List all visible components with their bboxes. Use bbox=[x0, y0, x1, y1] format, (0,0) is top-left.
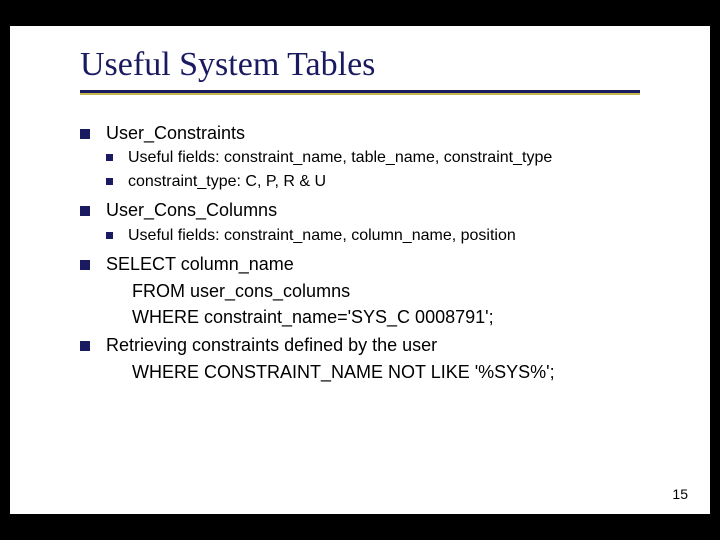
slide: Useful System Tables User_Constraints Us… bbox=[10, 26, 710, 514]
sub-list: Useful fields: constraint_name, column_n… bbox=[106, 225, 680, 247]
sub-list: Useful fields: constraint_name, table_na… bbox=[106, 147, 680, 192]
title-area: Useful System Tables bbox=[10, 26, 710, 99]
sub-item: constraint_type: C, P, R & U bbox=[106, 171, 680, 193]
list-item: SELECT column_name FROM user_cons_column… bbox=[80, 252, 680, 329]
item-label: User_Constraints bbox=[106, 123, 245, 143]
item-cont: WHERE CONSTRAINT_NAME NOT LIKE '%SYS%'; bbox=[106, 360, 680, 384]
item-label: SELECT column_name bbox=[106, 254, 294, 274]
slide-title: Useful System Tables bbox=[80, 46, 710, 84]
item-cont: WHERE constraint_name='SYS_C 0008791'; bbox=[106, 305, 680, 329]
bullet-list: User_Constraints Useful fields: constrai… bbox=[80, 121, 680, 384]
item-label: Retrieving constraints defined by the us… bbox=[106, 335, 437, 355]
item-cont: FROM user_cons_columns bbox=[106, 279, 680, 303]
title-underline bbox=[80, 90, 640, 95]
list-item: Retrieving constraints defined by the us… bbox=[80, 333, 680, 384]
item-label: User_Cons_Columns bbox=[106, 200, 277, 220]
page-number: 15 bbox=[672, 486, 688, 502]
list-item: User_Cons_Columns Useful fields: constra… bbox=[80, 198, 680, 246]
sub-item: Useful fields: constraint_name, table_na… bbox=[106, 147, 680, 169]
slide-body: User_Constraints Useful fields: constrai… bbox=[10, 99, 710, 384]
sub-item: Useful fields: constraint_name, column_n… bbox=[106, 225, 680, 247]
list-item: User_Constraints Useful fields: constrai… bbox=[80, 121, 680, 192]
